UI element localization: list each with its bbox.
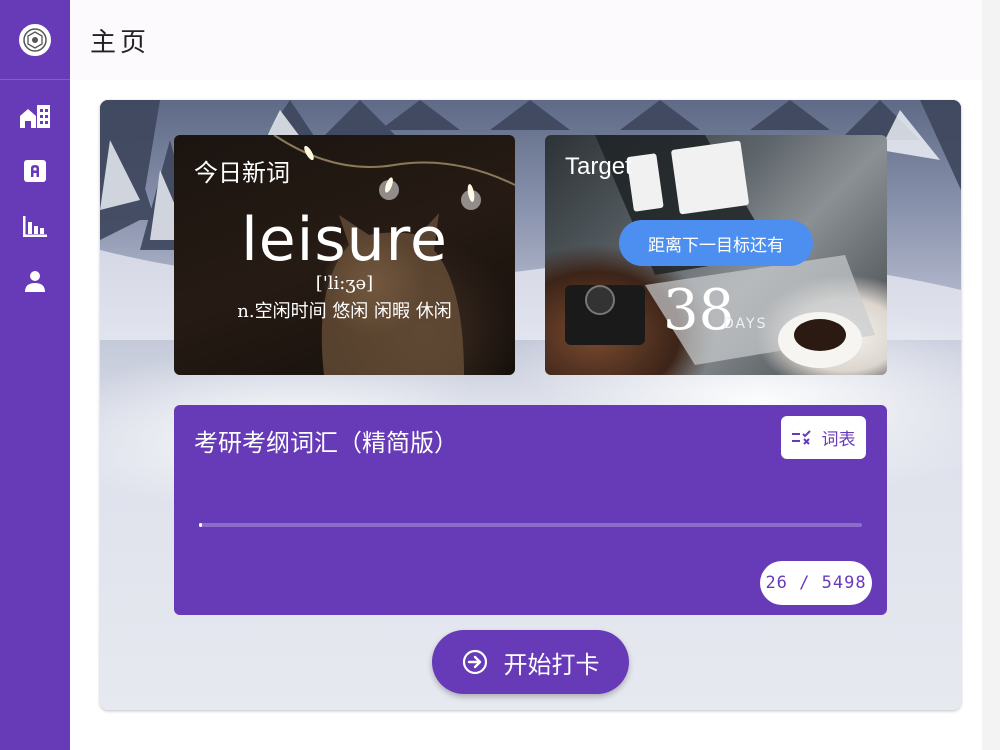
alpha-a-box-icon	[24, 159, 46, 182]
page-header: 主页	[70, 0, 982, 80]
target-countdown-pill: 距离下一目标还有	[619, 220, 813, 266]
vocab-progress-count: 26 / 5498	[760, 561, 872, 605]
sidebar-item-words[interactable]	[0, 143, 70, 198]
sidebar	[0, 0, 70, 750]
todays-word: leisure	[241, 205, 448, 275]
word-meaning: n.空闲时间 悠闲 闲暇 休闲	[237, 301, 452, 322]
app-logo[interactable]	[19, 23, 51, 56]
sidebar-item-stats[interactable]	[0, 198, 70, 253]
sidebar-nav	[0, 80, 70, 308]
vocab-book-title: 考研考纲词汇（精简版）	[194, 429, 458, 457]
days-remaining: 38	[663, 278, 735, 343]
vocab-progress-bar	[199, 523, 862, 527]
sidebar-logo-area	[0, 0, 70, 80]
todays-word-card[interactable]: 今日新词 leisure ['li:ʒə] n.空闲时间 悠闲 闲暇 休闲	[174, 135, 515, 375]
account-icon	[25, 270, 45, 292]
home-city-icon	[20, 104, 50, 128]
wordlist-button[interactable]: 词表	[781, 416, 866, 459]
sidebar-item-home[interactable]	[0, 88, 70, 143]
target-card[interactable]: Target 距离下一目标还有 38 DAYS	[545, 135, 887, 375]
logo-icon	[23, 27, 47, 52]
start-checkin-button[interactable]: 开始打卡	[432, 630, 629, 694]
days-unit-label: DAYS	[723, 316, 768, 332]
todays-word-label: 今日新词	[194, 159, 290, 187]
list-check-icon	[791, 429, 811, 445]
page-title: 主页	[90, 27, 151, 58]
wordlist-button-label: 词表	[821, 430, 856, 450]
start-checkin-label: 开始打卡	[503, 650, 600, 679]
bar-chart-icon	[23, 215, 47, 237]
vocab-progress-fill	[199, 523, 203, 527]
scrollbar[interactable]	[982, 0, 1000, 750]
sidebar-item-account[interactable]	[0, 253, 70, 308]
home-card: 今日新词 leisure ['li:ʒə] n.空闲时间 悠闲 闲暇 休闲 Ta…	[100, 100, 961, 710]
arrow-right-circle-icon	[462, 649, 487, 675]
vocab-book-card[interactable]: 考研考纲词汇（精简版） 词表 26 / 5498	[174, 405, 887, 615]
target-label: Target	[565, 153, 632, 180]
word-phonetic: ['li:ʒə]	[315, 273, 374, 294]
